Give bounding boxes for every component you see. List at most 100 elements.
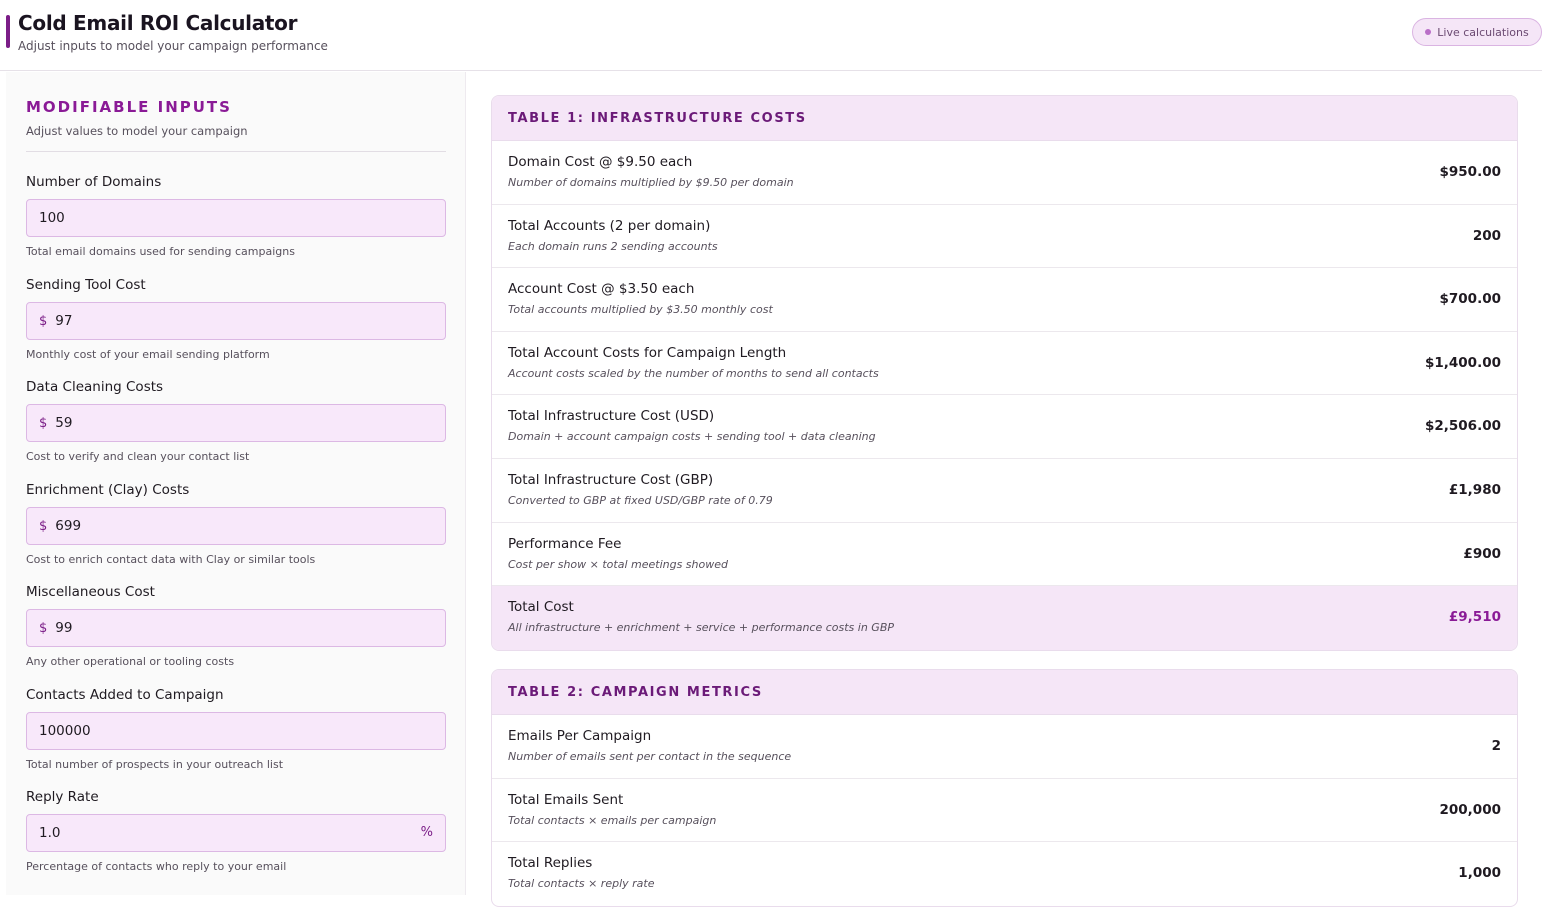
enrichment-costs-box[interactable]: $ [26,507,446,545]
row-value: $700.00 [1439,291,1502,308]
reply-rate-input[interactable] [39,825,379,841]
data-cleaning-costs-input[interactable] [55,415,396,431]
field-data-cleaning-costs: Data Cleaning Costs $ Cost to verify and… [26,379,446,463]
row-label: Total Account Costs for Campaign Length [508,344,787,361]
inputs-heading: MODIFIABLE INPUTS [26,98,232,116]
row-value: $950.00 [1439,164,1502,180]
live-dot-icon [1425,29,1432,35]
row-value: £900 [1463,545,1501,562]
row-description: Domain + account campaign costs + sendin… [508,430,876,444]
field-label: Data Cleaning Costs [26,379,164,395]
contacts-added-input[interactable] [39,723,379,739]
table-row: Total Accounts (2 per domain) Each domai… [492,205,1517,269]
field-label: Reply Rate [26,789,99,805]
inputs-sidebar: MODIFIABLE INPUTS Adjust values to model… [6,72,466,895]
row-value: 200 [1472,227,1501,244]
table-row: Total Account Costs for Campaign Length … [492,332,1517,396]
inputs-subheading: Adjust values to model your campaign [26,124,248,138]
enrichment-costs-input[interactable] [55,518,396,534]
field-number-of-domains: Number of Domains Total email domains us… [26,174,446,258]
contacts-added-box[interactable] [26,712,446,750]
field-help: Percentage of contacts who reply to your… [26,860,287,873]
row-description: Cost per show × total meetings showed [508,557,728,571]
field-label: Number of Domains [26,174,162,190]
table-row: Performance Fee Cost per show × total me… [492,523,1517,587]
field-miscellaneous-cost: Miscellaneous Cost $ Any other operation… [26,584,446,668]
row-description: All infrastructure + enrichment + servic… [508,621,895,635]
table-row: Total Infrastructure Cost (USD) Domain +… [492,395,1517,459]
row-label: Total Emails Sent [508,791,624,808]
row-label: Total Replies [508,855,593,872]
campaign-metrics-table: TABLE 2: CAMPAIGN METRICS Emails Per Cam… [491,669,1518,907]
field-enrichment-costs: Enrichment (Clay) Costs $ Cost to enrich… [26,482,446,566]
field-contacts-added: Contacts Added to Campaign Total number … [26,687,446,771]
header-accent-bar [6,15,10,48]
table-row: Total Infrastructure Cost (GBP) Converte… [492,459,1517,523]
table-row: Total Replies Total contacts × reply rat… [492,842,1517,906]
field-label: Sending Tool Cost [26,277,146,293]
row-description: Total accounts multiplied by $3.50 month… [508,303,773,317]
row-label: Total Infrastructure Cost (GBP) [508,471,714,488]
table-row: Account Cost @ $3.50 each Total accounts… [492,268,1517,332]
row-value: $1,400.00 [1424,354,1501,371]
row-label: Performance Fee [508,535,622,552]
row-label: Domain Cost @ $9.50 each [508,154,693,170]
row-value: 1,000 [1458,865,1501,882]
dollar-prefix: $ [39,518,48,534]
table-header: TABLE 1: INFRASTRUCTURE COSTS [492,96,1517,141]
row-label: Total Infrastructure Cost (USD) [508,408,715,425]
row-label: Total Cost [508,599,574,616]
table-header: TABLE 2: CAMPAIGN METRICS [492,670,1517,715]
app-header: Cold Email ROI Calculator Adjust inputs … [0,0,1542,71]
number-of-domains-input[interactable] [39,210,379,226]
app-title: Cold Email ROI Calculator [18,11,298,35]
live-badge-label: Live calculations [1437,25,1529,39]
row-description: Total contacts × reply rate [508,877,655,891]
infrastructure-costs-table: TABLE 1: INFRASTRUCTURE COSTS Domain Cos… [491,95,1518,651]
table-title: TABLE 2: CAMPAIGN METRICS [508,684,763,700]
data-cleaning-costs-box[interactable]: $ [26,404,446,442]
field-label: Enrichment (Clay) Costs [26,482,190,498]
row-value: 200,000 [1439,801,1502,818]
number-of-domains-box[interactable] [26,199,446,237]
percent-suffix: % [420,825,433,840]
sending-tool-cost-input[interactable] [55,313,396,329]
row-label: Emails Per Campaign [508,728,652,744]
field-sending-tool-cost: Sending Tool Cost $ Monthly cost of your… [26,277,446,361]
row-description: Number of emails sent per contact in the… [508,750,792,763]
field-help: Total email domains used for sending cam… [26,245,295,258]
row-description: Account costs scaled by the number of mo… [508,366,879,380]
row-label: Total Accounts (2 per domain) [508,217,711,234]
row-description: Total contacts × emails per campaign [508,813,717,827]
total-cost-row: Total Cost All infrastructure + enrichme… [492,586,1517,650]
field-help: Cost to verify and clean your contact li… [26,450,250,463]
table-title: TABLE 1: INFRASTRUCTURE COSTS [508,110,807,126]
dollar-prefix: $ [39,620,48,636]
field-help: Cost to enrich contact data with Clay or… [26,553,316,566]
total-cost-value: £9,510 [1448,609,1501,626]
field-help: Any other operational or tooling costs [26,655,235,668]
field-label: Miscellaneous Cost [26,584,155,600]
row-description: Number of domains multiplied by $9.50 pe… [508,176,794,189]
row-value: £1,980 [1448,481,1501,498]
miscellaneous-cost-box[interactable]: $ [26,609,446,647]
field-help: Monthly cost of your email sending platf… [26,348,270,361]
dollar-prefix: $ [39,313,48,329]
row-value: $2,506.00 [1424,418,1501,435]
row-value: 2 [1491,738,1501,754]
field-label: Contacts Added to Campaign [26,687,224,703]
row-label: Account Cost @ $3.50 each [508,281,695,298]
app-subtitle: Adjust inputs to model your campaign per… [18,39,328,53]
field-reply-rate: Reply Rate % Percentage of contacts who … [26,789,446,873]
dollar-prefix: $ [39,415,48,431]
miscellaneous-cost-input[interactable] [55,620,396,636]
inputs-divider [26,151,446,152]
row-description: Converted to GBP at fixed USD/GBP rate o… [508,493,773,507]
table-row: Emails Per Campaign Number of emails sen… [492,715,1517,779]
table-row: Total Emails Sent Total contacts × email… [492,779,1517,843]
sending-tool-cost-box[interactable]: $ [26,302,446,340]
reply-rate-box[interactable]: % [26,814,446,852]
row-description: Each domain runs 2 sending accounts [508,239,718,253]
table-row: Domain Cost @ $9.50 each Number of domai… [492,141,1517,205]
field-help: Total number of prospects in your outrea… [26,758,284,771]
